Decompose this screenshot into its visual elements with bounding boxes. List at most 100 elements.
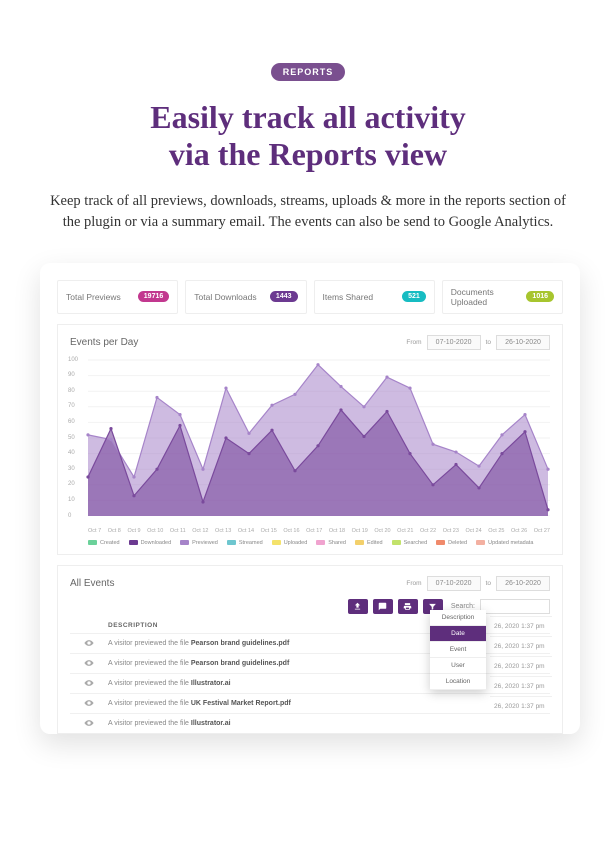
x-tick: Oct 10 xyxy=(147,528,163,534)
dropdown-item[interactable]: User xyxy=(430,658,486,674)
legend-item: Edited xyxy=(355,540,383,546)
stat-label: Total Downloads xyxy=(194,292,256,302)
x-tick: Oct 25 xyxy=(488,528,504,534)
legend-swatch xyxy=(436,540,445,545)
stat-box: Items Shared 521 xyxy=(314,280,435,314)
x-tick: Oct 23 xyxy=(443,528,459,534)
stat-value: 1443 xyxy=(270,291,298,302)
legend-swatch xyxy=(272,540,281,545)
x-tick: Oct 22 xyxy=(420,528,436,534)
legend-swatch xyxy=(227,540,236,545)
eye-icon xyxy=(84,718,94,728)
legend-item: Deleted xyxy=(436,540,467,546)
event-text: A visitor previewed the file UK Festival… xyxy=(108,700,291,707)
legend-swatch xyxy=(180,540,189,545)
eye-icon xyxy=(84,678,94,688)
chart-area: 0102030405060708090100 xyxy=(70,356,550,526)
stat-value: 19716 xyxy=(138,291,169,302)
chat-button[interactable] xyxy=(373,599,393,614)
x-tick: Oct 13 xyxy=(215,528,231,534)
time-column: 26, 2020 1:37 pm26, 2020 1:37 pm26, 2020… xyxy=(490,616,552,716)
events-title: All Events xyxy=(70,578,114,589)
dropdown-item[interactable]: Date xyxy=(430,626,486,642)
events-from-input[interactable] xyxy=(427,576,481,591)
to-label: to xyxy=(486,339,491,346)
x-tick: Oct 20 xyxy=(374,528,390,534)
chart-from-input[interactable] xyxy=(427,335,481,350)
headline-line1: Easily track all activity xyxy=(150,99,466,135)
legend-item: Shared xyxy=(316,540,346,546)
search-input[interactable] xyxy=(480,599,550,614)
legend-item: Updated metadata xyxy=(476,540,533,546)
export-button[interactable] xyxy=(348,599,368,614)
time-cell: 26, 2020 1:37 pm xyxy=(490,656,552,676)
legend-swatch xyxy=(355,540,364,545)
legend-swatch xyxy=(88,540,97,545)
stat-label: Total Previews xyxy=(66,292,121,302)
legend-swatch xyxy=(129,540,138,545)
legend-item: Previewed xyxy=(180,540,218,546)
dropdown-item[interactable]: Event xyxy=(430,642,486,658)
time-cell: 26, 2020 1:37 pm xyxy=(490,616,552,636)
headline-line2: via the Reports view xyxy=(169,136,447,172)
time-cell: 26, 2020 1:37 pm xyxy=(490,636,552,656)
x-tick: Oct 26 xyxy=(511,528,527,534)
x-tick: Oct 19 xyxy=(352,528,368,534)
print-button[interactable] xyxy=(398,599,418,614)
event-row[interactable]: A visitor previewed the file Illustrator… xyxy=(70,713,550,733)
x-tick: Oct 9 xyxy=(127,528,140,534)
stat-value: 1016 xyxy=(526,291,554,302)
legend-swatch xyxy=(476,540,485,545)
search-label: Search: xyxy=(451,603,475,610)
subheading: Keep track of all previews, downloads, s… xyxy=(40,191,576,233)
eye-icon xyxy=(84,658,94,668)
events-panel: All Events From to Search: DESCRIPTION A… xyxy=(57,565,563,734)
from-label: From xyxy=(406,339,421,346)
stat-label: Items Shared xyxy=(323,292,374,302)
events-to-input[interactable] xyxy=(496,576,550,591)
x-tick: Oct 11 xyxy=(170,528,186,534)
x-tick: Oct 21 xyxy=(397,528,413,534)
headline: Easily track all activity via the Report… xyxy=(40,99,576,173)
stat-box: Total Downloads 1443 xyxy=(185,280,306,314)
eye-icon xyxy=(84,698,94,708)
dropdown-item[interactable]: Location xyxy=(430,674,486,690)
x-tick: Oct 14 xyxy=(238,528,254,534)
chart-date-range: From to xyxy=(406,335,550,350)
chart-legend: CreatedDownloadedPreviewedStreamedUpload… xyxy=(70,534,550,546)
x-tick: Oct 17 xyxy=(306,528,322,534)
chart-panel: Events per Day From to 01020304050607080… xyxy=(57,324,563,555)
column-dropdown[interactable]: DescriptionDateEventUserLocation xyxy=(430,610,486,690)
event-row[interactable]: A visitor previewed the file UK Festival… xyxy=(70,693,550,713)
dropdown-item[interactable]: Description xyxy=(430,610,486,626)
stat-box: Documents Uploaded 1016 xyxy=(442,280,563,314)
x-tick: Oct 12 xyxy=(192,528,208,534)
time-cell: 26, 2020 1:37 pm xyxy=(490,676,552,696)
x-tick: Oct 16 xyxy=(283,528,299,534)
x-tick: Oct 18 xyxy=(329,528,345,534)
stat-label: Documents Uploaded xyxy=(451,287,527,307)
legend-item: Created xyxy=(88,540,120,546)
legend-swatch xyxy=(392,540,401,545)
event-text: A visitor previewed the file Illustrator… xyxy=(108,680,231,687)
stat-value: 521 xyxy=(402,291,426,302)
time-cell: 26, 2020 1:37 pm xyxy=(490,696,552,716)
legend-item: Streamed xyxy=(227,540,263,546)
event-text: A visitor previewed the file Pearson bra… xyxy=(108,660,289,667)
reports-badge: REPORTS xyxy=(271,63,346,81)
legend-item: Downloaded xyxy=(129,540,172,546)
chart-title: Events per Day xyxy=(70,337,138,348)
event-text: A visitor previewed the file Illustrator… xyxy=(108,720,231,727)
x-tick: Oct 15 xyxy=(261,528,277,534)
x-tick: Oct 24 xyxy=(465,528,481,534)
x-tick: Oct 27 xyxy=(534,528,550,534)
eye-icon xyxy=(84,638,94,648)
events-date-range: From to xyxy=(406,576,550,591)
chart-to-input[interactable] xyxy=(496,335,550,350)
legend-item: Searched xyxy=(392,540,428,546)
stats-row: Total Previews 19716Total Downloads 1443… xyxy=(57,280,563,314)
reports-screenshot-card: Total Previews 19716Total Downloads 1443… xyxy=(40,263,580,734)
x-tick: Oct 8 xyxy=(108,528,121,534)
legend-swatch xyxy=(316,540,325,545)
stat-box: Total Previews 19716 xyxy=(57,280,178,314)
